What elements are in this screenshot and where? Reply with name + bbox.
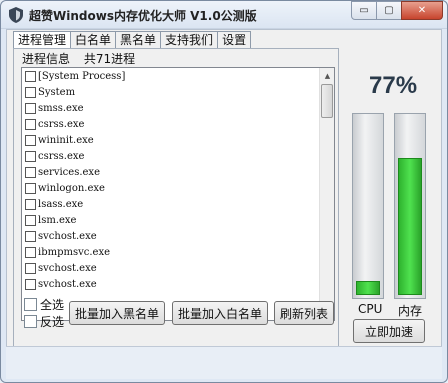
tab-whitelist[interactable]: 白名单 <box>70 31 117 48</box>
list-item[interactable]: csrss.exe <box>22 148 334 164</box>
select-all-checkbox[interactable]: 全选 <box>24 296 64 313</box>
list-item[interactable]: winlogon.exe <box>22 180 334 196</box>
process-list[interactable]: [System Process] System smss.exe csrss.exe w… <box>21 67 335 321</box>
list-item[interactable]: System <box>22 84 334 100</box>
window-controls: ▭ ▢ ✕ <box>351 1 443 21</box>
process-count: 共71进程 <box>83 52 136 66</box>
shield-app-icon <box>9 7 23 23</box>
process-name: svchost.exe <box>38 278 97 290</box>
process-checkbox[interactable] <box>25 166 36 178</box>
process-checkbox[interactable] <box>25 118 36 130</box>
list-item[interactable]: lsm.exe <box>22 212 334 228</box>
process-name: svchost.exe <box>38 230 97 242</box>
add-blacklist-button[interactable]: 批量加入黑名单 <box>69 301 165 325</box>
select-all-label: 全选 <box>40 298 65 312</box>
client-area: 进程管理 白名单 黑名单 支持我们 设置 进程信息 共71进程 [System … <box>6 29 442 379</box>
minimize-icon: ▭ <box>359 5 369 16</box>
close-icon: ✕ <box>417 5 427 16</box>
scroll-thumb[interactable] <box>321 84 333 118</box>
tab-support-us[interactable]: 支持我们 <box>160 31 219 48</box>
process-checkbox[interactable] <box>25 198 36 210</box>
process-info: 进程信息 共71进程 <box>22 50 145 67</box>
tab-blacklist[interactable]: 黑名单 <box>115 31 162 48</box>
process-name: lsass.exe <box>38 198 84 210</box>
list-item[interactable]: csrss.exe <box>22 116 334 132</box>
process-name: ibmpmsvc.exe <box>38 246 111 258</box>
process-name: services.exe <box>38 166 100 178</box>
memory-gauge <box>394 113 426 299</box>
process-name: System <box>38 86 76 98</box>
process-checkbox[interactable] <box>25 102 36 114</box>
process-checkbox[interactable] <box>25 150 36 162</box>
list-item[interactable]: svchost.exe <box>22 276 334 292</box>
list-item[interactable]: ibmpmsvc.exe <box>22 244 334 260</box>
list-item[interactable]: services.exe <box>22 164 334 180</box>
list-item[interactable]: wininit.exe <box>22 132 334 148</box>
list-scrollbar[interactable]: ▲ ▼ <box>319 68 334 320</box>
app-window: 超赞Windows内存优化大师 V1.0公测版 ▭ ▢ ✕ 进程管理 白名单 黑… <box>0 0 448 383</box>
process-checkbox[interactable] <box>25 70 36 82</box>
status-bar <box>6 346 442 379</box>
process-checkbox[interactable] <box>25 246 36 258</box>
memory-gauge-fill <box>398 158 422 295</box>
maximize-icon: ▢ <box>384 5 394 16</box>
list-item[interactable]: svchost.exe <box>22 260 334 276</box>
minimize-button[interactable]: ▭ <box>351 1 377 20</box>
list-item[interactable]: smss.exe <box>22 100 334 116</box>
memory-panel: 77% CPU 内存 立即加速 <box>345 48 441 360</box>
tab-process-manager[interactable]: 进程管理 <box>13 31 72 49</box>
window-title: 超赞Windows内存优化大师 V1.0公测版 <box>29 9 257 23</box>
invert-select-checkbox[interactable]: 反选 <box>24 313 64 330</box>
add-whitelist-button[interactable]: 批量加入白名单 <box>172 301 268 325</box>
memory-label: 内存 <box>398 304 423 318</box>
cpu-label: CPU <box>358 302 383 316</box>
process-name: csrss.exe <box>38 150 85 162</box>
process-checkbox[interactable] <box>25 86 36 98</box>
maximize-button[interactable]: ▢ <box>376 1 402 20</box>
process-checkbox[interactable] <box>25 262 36 274</box>
process-checkbox[interactable] <box>25 230 36 242</box>
process-name: svchost.exe <box>38 262 97 274</box>
process-rows: [System Process] System smss.exe csrss.exe w… <box>22 68 334 292</box>
process-name: winlogon.exe <box>38 182 105 194</box>
process-name: [System Process] <box>38 70 126 82</box>
cpu-gauge-fill <box>356 281 380 295</box>
process-name: wininit.exe <box>38 134 94 146</box>
speed-up-button[interactable]: 立即加速 <box>353 319 425 343</box>
list-item[interactable]: svchost.exe <box>22 228 334 244</box>
process-checkbox[interactable] <box>25 134 36 146</box>
process-name: smss.exe <box>38 102 84 114</box>
invert-select-label: 反选 <box>40 315 65 329</box>
tab-settings[interactable]: 设置 <box>217 31 252 48</box>
process-checkbox[interactable] <box>25 278 36 290</box>
title-bar: 超赞Windows内存优化大师 V1.0公测版 ▭ ▢ ✕ <box>1 1 447 29</box>
select-all-box[interactable] <box>24 298 37 311</box>
process-checkbox[interactable] <box>25 214 36 226</box>
list-item[interactable]: lsass.exe <box>22 196 334 212</box>
invert-select-box[interactable] <box>24 315 37 328</box>
refresh-list-button[interactable]: 刷新列表 <box>274 301 334 325</box>
process-info-label: 进程信息 <box>22 52 71 66</box>
scroll-up-icon[interactable]: ▲ <box>320 68 334 83</box>
tab-bar: 进程管理 白名单 黑名单 支持我们 设置 <box>13 31 252 49</box>
process-checkbox[interactable] <box>25 182 36 194</box>
cpu-gauge <box>352 113 384 299</box>
list-item[interactable]: [System Process] <box>22 68 334 84</box>
process-name: csrss.exe <box>38 118 85 130</box>
memory-percent: 77% <box>369 72 418 99</box>
process-name: lsm.exe <box>38 214 77 226</box>
close-button[interactable]: ✕ <box>401 1 443 20</box>
